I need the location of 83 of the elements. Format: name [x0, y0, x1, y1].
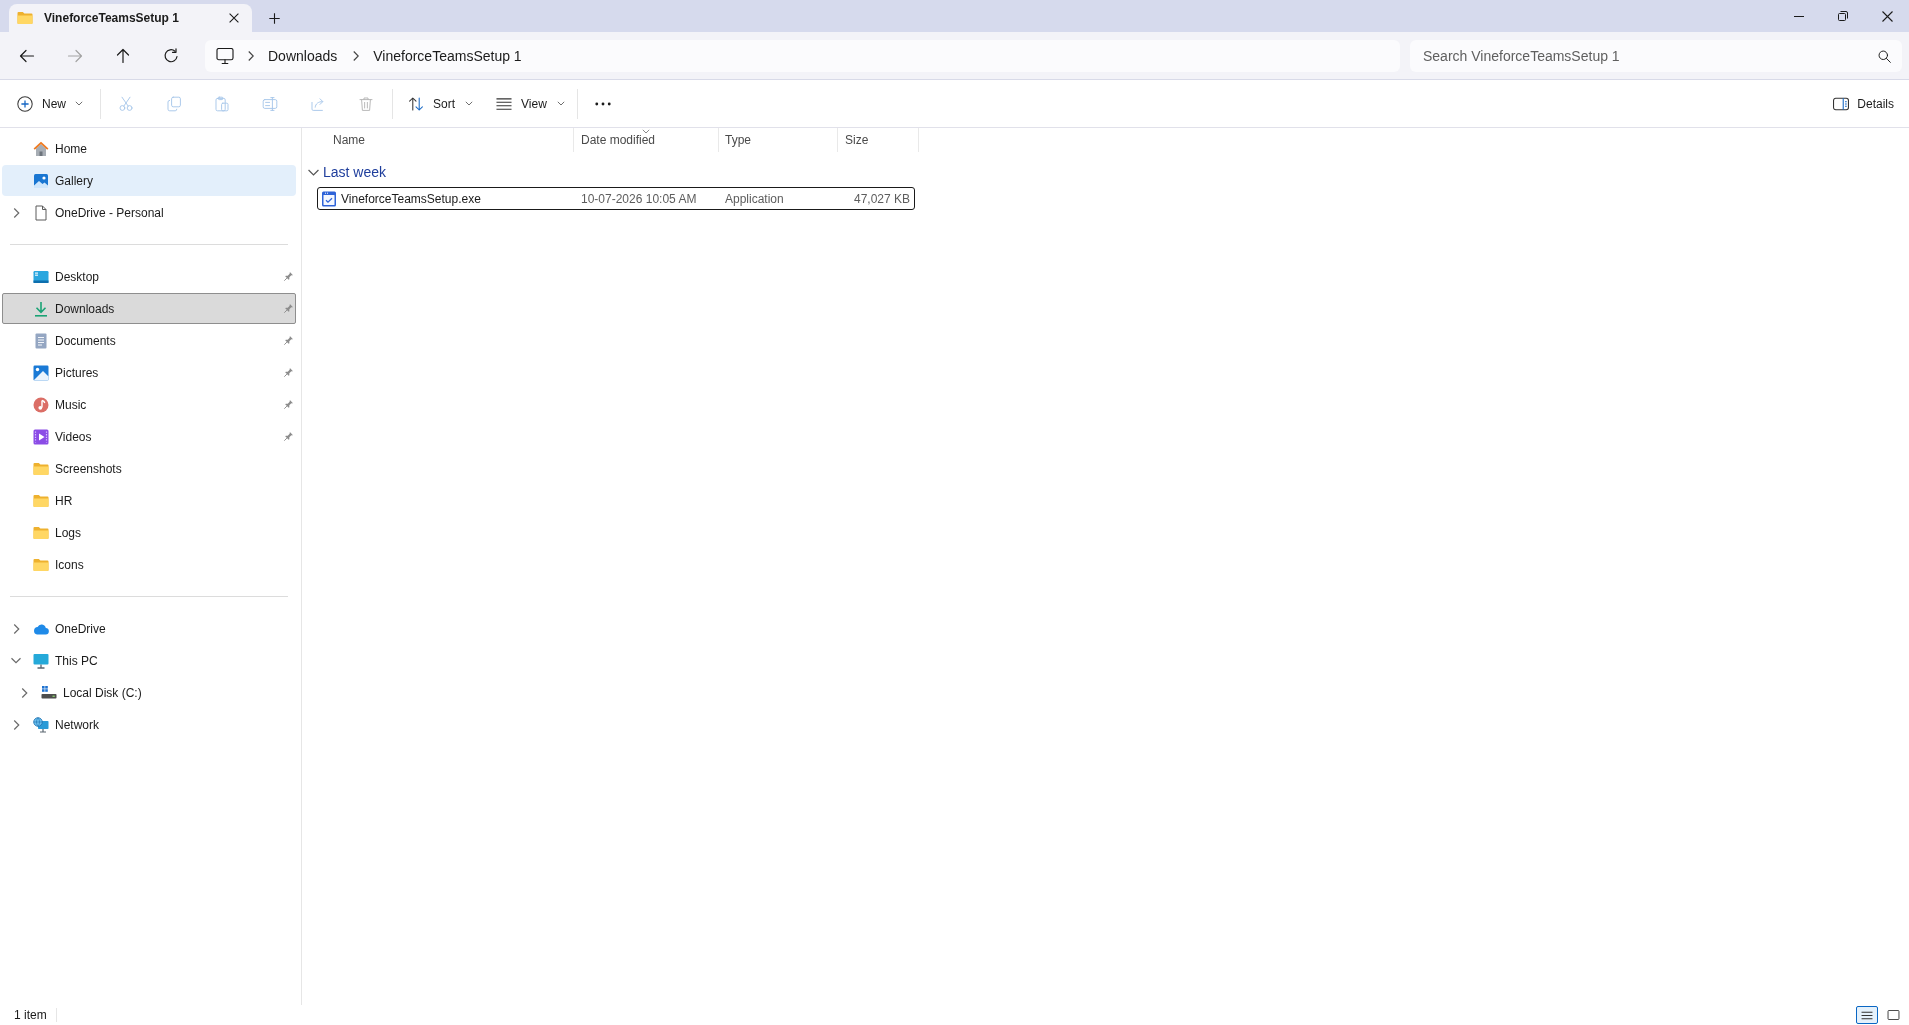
details-view-button[interactable] — [1856, 1006, 1878, 1024]
item-count: 1 item — [14, 1008, 47, 1022]
sidebar-item[interactable]: Music — [2, 389, 296, 420]
chevron-right-icon[interactable] — [12, 719, 20, 730]
sidebar-item[interactable]: Desktop — [2, 261, 296, 292]
picture-icon — [33, 172, 49, 189]
search-icon[interactable] — [1878, 49, 1891, 63]
column-header[interactable]: Type — [719, 128, 838, 152]
close-icon[interactable] — [1881, 10, 1893, 22]
sidebar-item[interactable]: This PC — [2, 645, 296, 676]
sidebar-item[interactable]: Pictures — [2, 357, 296, 388]
column-header[interactable]: Name — [317, 128, 574, 152]
caret-down-icon — [75, 101, 83, 106]
column-header[interactable]: Date modified — [574, 128, 719, 152]
search-field[interactable]: Search VineforceTeamsSetup 1 — [1410, 39, 1902, 72]
chevron-down-icon[interactable] — [11, 657, 21, 664]
chevron-right-icon — [248, 50, 254, 61]
arrow-left-icon[interactable] — [19, 47, 35, 64]
restore-icon[interactable] — [1838, 11, 1848, 21]
sidebar-item[interactable]: OneDrive - Personal — [2, 197, 296, 228]
file-type: Application — [724, 191, 785, 206]
folder-icon — [33, 524, 49, 541]
sidebar-item[interactable]: Home — [2, 133, 296, 164]
sidebar-item[interactable]: Gallery — [2, 165, 296, 196]
video-icon — [33, 428, 49, 445]
chevron-right-icon[interactable] — [20, 687, 28, 698]
download-icon — [33, 300, 49, 317]
close-icon[interactable] — [229, 13, 239, 23]
column-header[interactable]: Size — [838, 128, 919, 152]
monitor-icon — [216, 47, 234, 64]
sidebar-item[interactable]: Icons — [2, 549, 296, 580]
file-row[interactable]: VineforceTeamsSetup.exe 10-07-2026 10:05 AM Application 47,027 KB — [317, 187, 915, 210]
new-button[interactable]: New — [8, 87, 91, 120]
chevron-right-icon[interactable] — [12, 623, 20, 634]
plus-icon[interactable] — [269, 12, 280, 24]
chevron-right-icon[interactable] — [12, 207, 20, 218]
sort-button[interactable]: Sort — [400, 87, 482, 120]
folder-icon — [33, 460, 49, 477]
rectangle-icon — [1886, 1010, 1900, 1020]
plus-circle-icon — [17, 95, 33, 112]
drive-icon — [41, 684, 57, 701]
sidebar-item[interactable]: Downloads — [2, 293, 296, 324]
sidebar-item[interactable]: OneDrive — [2, 613, 296, 644]
list-lines-icon — [496, 96, 513, 111]
breadcrumb[interactable]: VineforceTeamsSetup 1 — [371, 47, 524, 64]
refresh-icon[interactable] — [163, 47, 179, 64]
file-name: VineforceTeamsSetup.exe — [341, 191, 481, 206]
minimize-icon[interactable] — [1794, 15, 1804, 17]
sidebar-item[interactable]: Local Disk (C:) — [2, 677, 296, 708]
sidebar-item[interactable]: Network — [2, 709, 296, 740]
music-note-icon — [33, 396, 49, 413]
list-lines-icon — [1861, 1010, 1873, 1020]
sidebar-item[interactable]: Videos — [2, 421, 296, 452]
address-bar[interactable]: Downloads VineforceTeamsSetup 1 — [205, 39, 1400, 72]
monitor-icon — [33, 652, 49, 669]
sidebar-item[interactable]: Documents — [2, 325, 296, 356]
view-button[interactable]: View — [488, 87, 573, 120]
details-button[interactable]: Details — [1825, 87, 1902, 120]
arrow-up-icon[interactable] — [115, 47, 131, 64]
sidebar-item[interactable]: HR — [2, 485, 296, 516]
document-icon — [33, 204, 49, 221]
house-icon — [33, 140, 49, 157]
desktop-icon — [33, 268, 49, 285]
panel-icon — [1833, 96, 1850, 111]
file-size: 47,027 KB — [852, 191, 911, 206]
sidebar-item[interactable]: Screenshots — [2, 453, 296, 484]
folder-icon — [17, 10, 33, 26]
application-icon — [321, 190, 337, 207]
document-icon — [33, 332, 49, 349]
picture-icon — [33, 364, 49, 381]
folder-icon — [33, 492, 49, 509]
chevron-right-icon — [353, 50, 360, 61]
caret-down-icon — [465, 101, 474, 106]
tab[interactable]: VineforceTeamsSetup 1 — [9, 4, 252, 32]
date-modified: 10-07-2026 10:05 AM — [580, 191, 698, 206]
folder-icon — [33, 556, 49, 573]
network-icon — [33, 716, 49, 733]
sort-arrows-icon — [408, 95, 424, 112]
caret-down-icon — [556, 101, 565, 106]
more-icon[interactable] — [594, 101, 611, 106]
sidebar-item[interactable]: Logs — [2, 517, 296, 548]
breadcrumb[interactable]: Downloads — [266, 47, 340, 64]
group-header[interactable]: Last week — [302, 160, 387, 184]
